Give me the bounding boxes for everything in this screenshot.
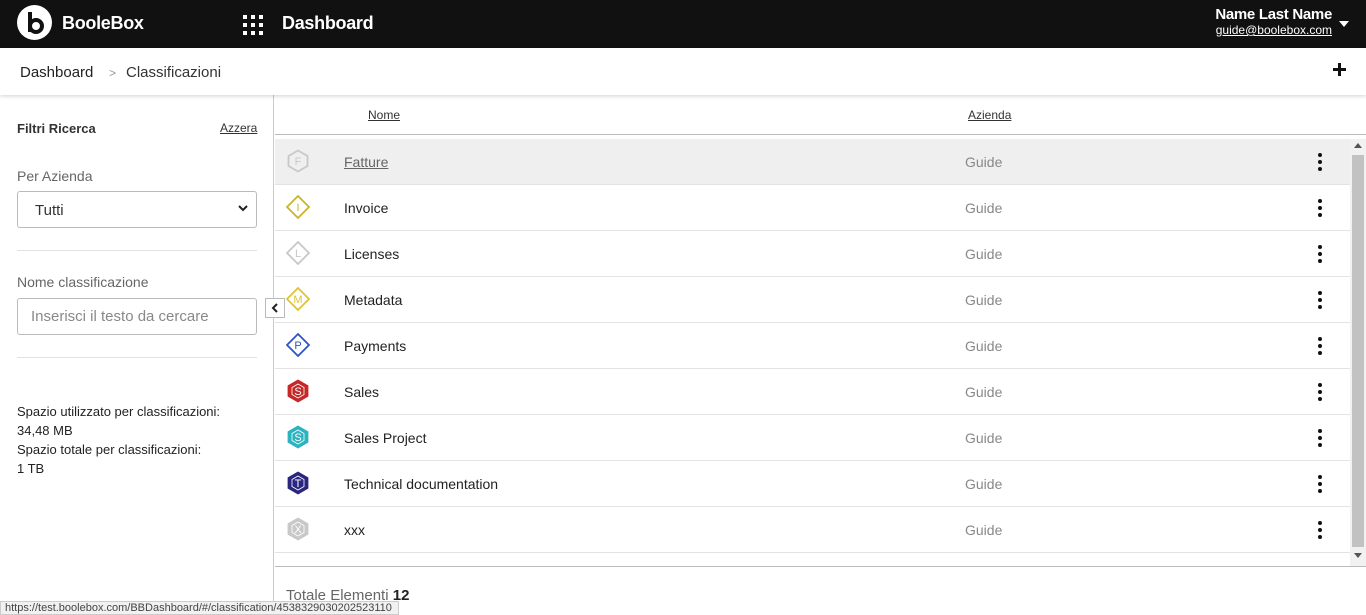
row-more-options-icon[interactable] bbox=[1315, 198, 1325, 218]
collapse-panel-button[interactable] bbox=[265, 298, 285, 318]
row-company: Guide bbox=[965, 338, 1003, 354]
classification-diamond-icon: I bbox=[286, 195, 310, 219]
row-company: Guide bbox=[965, 200, 1003, 216]
table-row[interactable]: S Sales Guide bbox=[275, 369, 1350, 415]
reset-filters-link[interactable]: Azzera bbox=[220, 121, 257, 135]
app-title: Dashboard bbox=[282, 13, 374, 33]
scroll-down-arrow-icon[interactable] bbox=[1354, 553, 1362, 558]
classification-hexagon-icon: S bbox=[287, 425, 309, 449]
table-row[interactable]: L Licenses Guide bbox=[275, 231, 1350, 277]
row-name[interactable]: Fatture bbox=[344, 154, 388, 170]
top-bar: BooleBox Dashboard Name Last Name guide@… bbox=[0, 0, 1366, 48]
row-more-options-icon[interactable] bbox=[1315, 474, 1325, 494]
user-menu-caret-icon[interactable] bbox=[1339, 21, 1349, 27]
row-company: Guide bbox=[965, 292, 1003, 308]
scrollbar[interactable] bbox=[1350, 139, 1366, 566]
classification-hexagon-icon: F bbox=[287, 149, 309, 173]
table-row[interactable]: S Sales Project Guide bbox=[275, 415, 1350, 461]
column-header-company[interactable]: Azienda bbox=[968, 108, 1011, 122]
table-row[interactable]: Xxxx Guide bbox=[275, 507, 1350, 553]
classification-hexagon-icon: T bbox=[287, 471, 309, 495]
classification-letter: I bbox=[296, 202, 299, 214]
boolebox-logo-icon[interactable] bbox=[17, 5, 52, 40]
breadcrumb-dashboard-link[interactable]: Dashboard bbox=[20, 64, 93, 81]
breadcrumb-current: Classificazioni bbox=[126, 64, 222, 81]
row-name[interactable]: Metadata bbox=[344, 292, 402, 308]
row-more-options-icon[interactable] bbox=[1315, 244, 1325, 264]
company-select-value: Tutti bbox=[35, 202, 64, 219]
classifications-table: Nome Azienda F Fatture Guide I Invoice Guide L… bbox=[275, 95, 1366, 615]
row-more-options-icon[interactable] bbox=[1315, 520, 1325, 540]
scrollbar-thumb[interactable] bbox=[1352, 155, 1364, 547]
row-more-options-icon[interactable] bbox=[1315, 428, 1325, 448]
space-total-label: Spazio totale per classificazioni: bbox=[17, 442, 202, 457]
space-used-value: 34,48 MB bbox=[17, 423, 73, 438]
classification-letter: P bbox=[294, 340, 301, 352]
divider bbox=[17, 250, 257, 251]
company-filter-label: Per Azienda bbox=[17, 168, 93, 184]
scroll-up-arrow-icon[interactable] bbox=[1354, 143, 1362, 148]
row-company: Guide bbox=[965, 246, 1003, 262]
row-name[interactable]: Payments bbox=[344, 338, 406, 354]
row-name[interactable]: Invoice bbox=[344, 200, 388, 216]
company-select[interactable]: Tutti bbox=[17, 191, 257, 228]
filters-title: Filtri Ricerca bbox=[17, 121, 96, 136]
apps-grid-icon[interactable] bbox=[243, 15, 263, 35]
column-header-name[interactable]: Nome bbox=[368, 108, 400, 122]
name-filter-label: Nome classificazione bbox=[17, 274, 149, 290]
row-name[interactable]: Sales Project bbox=[344, 430, 426, 446]
row-more-options-icon[interactable] bbox=[1315, 336, 1325, 356]
row-name[interactable]: Sales bbox=[344, 384, 379, 400]
name-search-input[interactable] bbox=[17, 298, 257, 335]
space-info: Spazio utilizzato per classificazioni: 3… bbox=[17, 402, 220, 478]
table-row[interactable]: I Invoice Guide bbox=[275, 185, 1350, 231]
row-more-options-icon[interactable] bbox=[1315, 152, 1325, 172]
user-name: Name Last Name bbox=[1215, 6, 1332, 23]
space-total-value: 1 TB bbox=[17, 461, 45, 476]
classification-letter: F bbox=[295, 156, 302, 168]
row-company: Guide bbox=[965, 476, 1003, 492]
chevron-down-icon bbox=[238, 205, 248, 212]
row-name[interactable]: Technical documentation bbox=[344, 476, 498, 492]
user-email[interactable]: guide@boolebox.com bbox=[1215, 23, 1332, 38]
space-used-label: Spazio utilizzato per classificazioni: bbox=[17, 404, 221, 419]
row-more-options-icon[interactable] bbox=[1315, 290, 1325, 310]
row-company: Guide bbox=[965, 522, 1003, 538]
add-classification-button[interactable] bbox=[1330, 59, 1350, 79]
row-company: Guide bbox=[965, 154, 1003, 170]
row-name[interactable]: Licenses bbox=[344, 246, 399, 262]
breadcrumb: Dashboard > Classificazioni bbox=[0, 48, 1366, 95]
classification-letter: M bbox=[293, 294, 302, 306]
classification-diamond-icon: M bbox=[286, 287, 310, 311]
row-company: Guide bbox=[965, 430, 1003, 446]
classification-letter: X bbox=[294, 524, 302, 536]
classification-hexagon-icon: S bbox=[287, 379, 309, 403]
classification-letter: S bbox=[294, 432, 301, 444]
classification-hexagon-icon: X bbox=[287, 517, 309, 541]
row-more-options-icon[interactable] bbox=[1315, 382, 1325, 402]
classification-letter: S bbox=[294, 386, 301, 398]
table-row[interactable]: F Fatture Guide bbox=[275, 139, 1350, 185]
classification-letter: L bbox=[295, 248, 301, 260]
filters-panel: Filtri Ricerca Azzera Per Azienda Tutti … bbox=[0, 95, 274, 615]
divider bbox=[17, 357, 257, 358]
row-name[interactable]: xxx bbox=[344, 522, 365, 538]
classification-letter: T bbox=[295, 478, 302, 490]
breadcrumb-separator: > bbox=[109, 66, 117, 80]
row-company: Guide bbox=[965, 384, 1003, 400]
brand-name: BooleBox bbox=[62, 13, 144, 33]
classification-diamond-icon: L bbox=[286, 241, 310, 265]
status-bar-url: https://test.boolebox.com/BBDashboard/#/… bbox=[0, 601, 399, 615]
classification-diamond-icon: P bbox=[286, 333, 310, 357]
user-menu[interactable]: Name Last Name guide@boolebox.com bbox=[1215, 6, 1332, 38]
table-row[interactable]: P Payments Guide bbox=[275, 323, 1350, 369]
table-row[interactable]: M Metadata Guide bbox=[275, 277, 1350, 323]
chevron-left-icon bbox=[271, 303, 278, 313]
table-body: F Fatture Guide I Invoice Guide L Licenses Guide… bbox=[275, 139, 1350, 566]
table-footer: Totale Elementi 12 bbox=[275, 566, 1366, 615]
table-row[interactable]: T Technical documentation Guide bbox=[275, 461, 1350, 507]
table-header: Nome Azienda bbox=[275, 95, 1366, 135]
